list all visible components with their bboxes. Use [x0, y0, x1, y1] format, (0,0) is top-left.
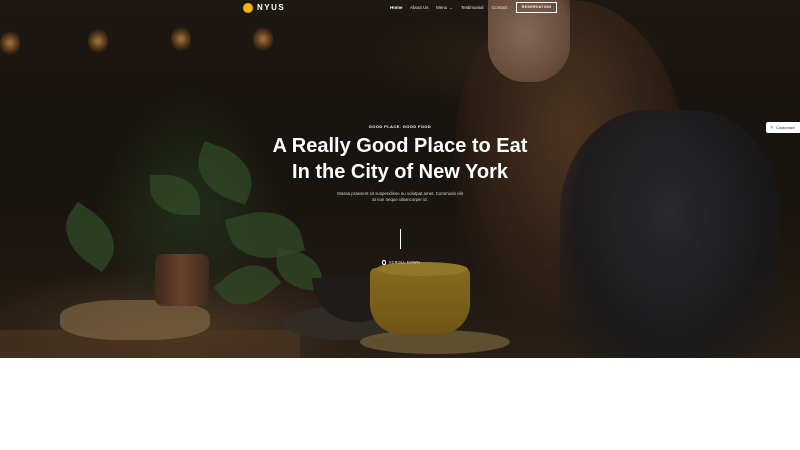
- brand-name[interactable]: NYUS: [257, 3, 285, 12]
- customize-button[interactable]: ✎ Customize: [766, 122, 800, 133]
- nav-item-testimonial[interactable]: Testimonial: [461, 5, 484, 10]
- hero-subtitle-line-2: at non neque ullamcorper id.: [372, 197, 428, 203]
- top-navigation: NYUS Home About Us Menu ⌄ Testimonial Con…: [0, 0, 800, 18]
- mouse-icon: [382, 260, 386, 265]
- hero-title-line-2: In the City of New York: [292, 161, 508, 183]
- hero-subtitle: Massa praesent sit suspendisse eu volutp…: [320, 191, 480, 204]
- nav-item-home[interactable]: Home: [390, 5, 403, 10]
- chevron-down-icon: ⌄: [449, 5, 453, 10]
- hero-title: A Really Good Place to Eat In the City o…: [230, 133, 570, 185]
- hero-title-line-1: A Really Good Place to Eat: [272, 135, 528, 157]
- logo-icon[interactable]: [243, 3, 253, 13]
- page-body-blank: [0, 358, 800, 450]
- scroll-divider: [400, 229, 401, 249]
- scroll-down-label: SCROLL DOWN: [389, 260, 421, 265]
- pencil-icon: ✎: [770, 125, 774, 130]
- nav-item-contact[interactable]: Contact: [492, 5, 508, 10]
- nav-item-menu-label: Menu: [436, 5, 448, 10]
- nav-item-about-us[interactable]: About Us: [410, 5, 429, 10]
- scroll-down-link[interactable]: SCROLL DOWN: [382, 260, 420, 265]
- nav-item-menu[interactable]: Menu ⌄: [436, 5, 453, 10]
- hero-kicker: GOOD PLACE. GOOD FOOD: [368, 124, 432, 129]
- reservation-button[interactable]: RESERVATION: [516, 2, 557, 13]
- customize-label: Customize: [776, 125, 795, 130]
